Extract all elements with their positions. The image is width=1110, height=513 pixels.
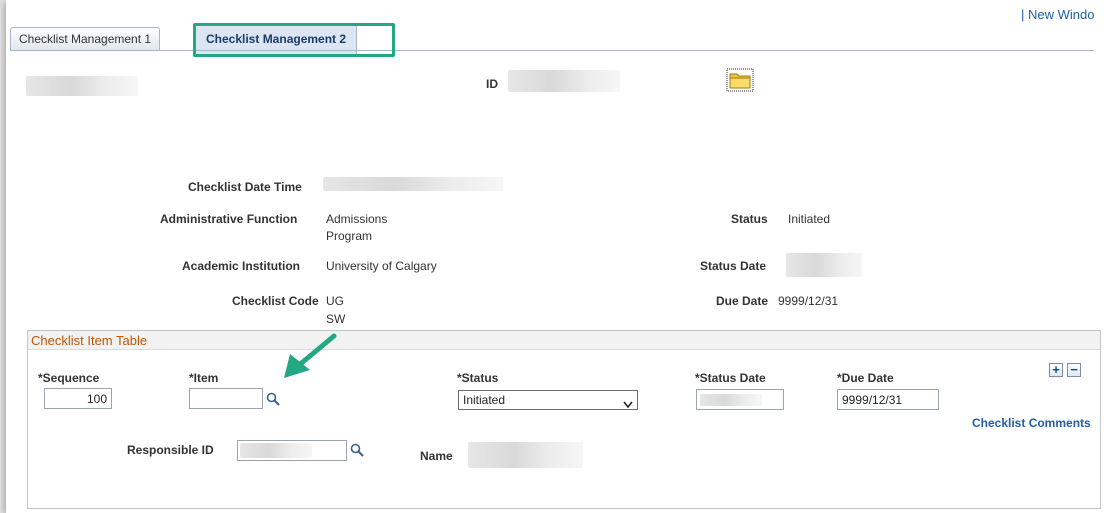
admin-function-label: Administrative Function	[160, 212, 298, 226]
academic-institution-value: University of Calgary	[326, 259, 437, 273]
chevron-down-icon	[623, 396, 633, 414]
checklist-code-label: Checklist Code	[232, 294, 319, 308]
status-select[interactable]: Initiated	[458, 390, 638, 410]
status-value: Initiated	[788, 212, 831, 226]
status-select-value: Initiated	[463, 393, 506, 407]
academic-institution-label: Academic Institution	[182, 259, 301, 273]
new-window-link[interactable]: | New Windo	[1021, 7, 1094, 22]
due-date-header: *Due Date	[837, 371, 894, 385]
id-label: ID	[486, 77, 498, 91]
item-header: *Item	[189, 371, 219, 385]
group-title: Checklist Item Table	[31, 333, 148, 348]
due-date-label: Due Date	[716, 294, 769, 308]
group-header: Checklist Item Table	[28, 331, 1100, 350]
tab-checklist-management-1[interactable]: Checklist Management 1	[10, 27, 161, 50]
redacted-id	[508, 70, 620, 92]
admin-function-value-2: Program	[326, 229, 373, 243]
item-input[interactable]	[189, 388, 263, 409]
tab-divider	[10, 50, 1094, 51]
sequence-input[interactable]	[44, 388, 112, 409]
redacted-name-value	[468, 442, 583, 468]
status-header: *Status	[457, 371, 499, 385]
status-label: Status	[731, 212, 768, 226]
due-date-input[interactable]	[837, 389, 939, 410]
responsible-id-lookup-icon[interactable]	[350, 443, 364, 457]
redacted-responsible-id	[240, 443, 312, 458]
responsible-id-input[interactable]	[237, 440, 347, 461]
delete-row-button[interactable]: −	[1067, 363, 1081, 377]
checklist-code-value-2: SW	[326, 312, 346, 326]
status-date-header: *Status Date	[695, 371, 766, 385]
item-lookup-icon[interactable]	[266, 392, 280, 406]
redacted-checklist-datetime	[323, 177, 503, 191]
redacted-name	[26, 76, 138, 96]
checklist-code-value-1: UG	[326, 294, 344, 308]
tab-label: Checklist Management 1	[19, 32, 152, 46]
redacted-status-date	[786, 253, 862, 277]
status-date-input[interactable]	[696, 389, 784, 410]
checklist-item-table: Checklist Item Table *Sequence *Item *St…	[27, 330, 1101, 509]
folder-icon[interactable]	[726, 68, 754, 92]
redacted-status-date-value	[700, 394, 762, 406]
admin-function-value-1: Admissions	[326, 212, 388, 226]
checklist-datetime-label: Checklist Date Time	[188, 180, 302, 194]
checklist-comments-link[interactable]: Checklist Comments	[972, 416, 1091, 430]
active-tab-highlight	[193, 23, 395, 57]
add-row-button[interactable]: +	[1049, 363, 1063, 377]
page-frame: | New Windo Checklist Management 1 Check…	[6, 0, 1110, 513]
status-date-label: Status Date	[700, 259, 767, 273]
annotation-arrow	[276, 332, 338, 382]
due-date-value: 9999/12/31	[778, 294, 839, 308]
sequence-header: *Sequence	[38, 371, 100, 385]
name-label: Name	[420, 449, 453, 463]
responsible-id-label: Responsible ID	[127, 443, 214, 457]
